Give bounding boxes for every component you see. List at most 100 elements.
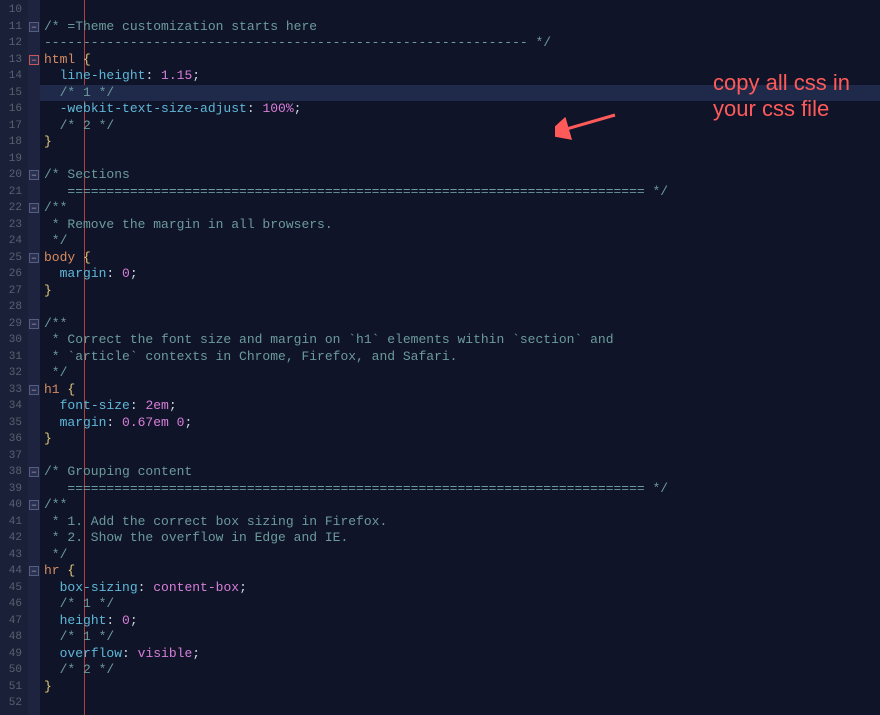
line-number: 29 (0, 316, 28, 333)
code-token: } (44, 679, 52, 694)
line-number: 21 (0, 184, 28, 201)
line-number: 30 (0, 332, 28, 349)
code-line[interactable]: } (44, 431, 880, 448)
code-line[interactable]: margin: 0; (44, 266, 880, 283)
code-token: html (44, 52, 75, 67)
code-line[interactable]: /** (44, 316, 880, 333)
code-editor[interactable]: 1011121314151617181920212223242526272829… (0, 0, 880, 715)
code-token: ; (169, 398, 177, 413)
code-token: */ (44, 233, 67, 248)
code-token: : (138, 580, 154, 595)
code-token: 2em (145, 398, 168, 413)
code-token (44, 266, 60, 281)
code-area[interactable]: /* =Theme customization starts here-----… (40, 0, 880, 715)
code-line[interactable]: height: 0; (44, 613, 880, 630)
code-line[interactable]: ========================================… (44, 184, 880, 201)
code-line[interactable]: /** (44, 200, 880, 217)
code-token: line-height (60, 68, 146, 83)
line-number: 25 (0, 250, 28, 267)
code-line[interactable]: * Correct the font size and margin on `h… (44, 332, 880, 349)
code-line[interactable]: /* Sections (44, 167, 880, 184)
code-line[interactable]: */ (44, 365, 880, 382)
code-line[interactable]: font-size: 2em; (44, 398, 880, 415)
code-line[interactable]: } (44, 679, 880, 696)
fold-toggle-icon[interactable]: − (29, 22, 39, 32)
code-token: ----------------------------------------… (44, 35, 551, 50)
fold-toggle-icon[interactable]: − (29, 55, 39, 65)
code-line[interactable]: */ (44, 233, 880, 250)
code-token: ; (239, 580, 247, 595)
code-line[interactable]: /* Grouping content (44, 464, 880, 481)
code-token: height (60, 613, 107, 628)
code-token: box-sizing (60, 580, 138, 595)
line-number: 41 (0, 514, 28, 531)
code-token: * Correct the font size and margin on `h… (44, 332, 614, 347)
code-line[interactable]: */ (44, 547, 880, 564)
code-token (44, 398, 60, 413)
code-line[interactable]: h1 { (44, 382, 880, 399)
code-token: : (145, 68, 161, 83)
line-number: 42 (0, 530, 28, 547)
code-line[interactable] (44, 299, 880, 316)
code-token: } (44, 134, 52, 149)
code-token: /* Sections (44, 167, 130, 182)
fold-toggle-icon[interactable]: − (29, 203, 39, 213)
fold-toggle-icon[interactable]: − (29, 500, 39, 510)
fold-column[interactable]: − − − − − − − − − − (28, 0, 40, 715)
line-number: 40 (0, 497, 28, 514)
code-line[interactable]: /* 1 */ (44, 85, 880, 102)
code-token: */ (44, 365, 67, 380)
code-line[interactable]: * 2. Show the overflow in Edge and IE. (44, 530, 880, 547)
line-number: 38 (0, 464, 28, 481)
fold-toggle-icon[interactable]: − (29, 253, 39, 263)
code-line[interactable]: box-sizing: content-box; (44, 580, 880, 597)
line-number: 52 (0, 695, 28, 712)
code-line[interactable] (44, 151, 880, 168)
code-token: font-size (60, 398, 130, 413)
line-number: 46 (0, 596, 28, 613)
code-line[interactable]: /* =Theme customization starts here (44, 19, 880, 36)
line-number: 19 (0, 151, 28, 168)
code-token: * 1. Add the correct box sizing in Firef… (44, 514, 387, 529)
fold-toggle-icon[interactable]: − (29, 319, 39, 329)
code-token: ========================================… (44, 481, 668, 496)
code-line[interactable]: } (44, 134, 880, 151)
code-line[interactable]: -webkit-text-size-adjust: 100%; (44, 101, 880, 118)
code-token: } (44, 431, 52, 446)
code-line[interactable]: /* 2 */ (44, 662, 880, 679)
line-number: 22 (0, 200, 28, 217)
fold-toggle-icon[interactable]: − (29, 566, 39, 576)
code-token: /** (44, 200, 67, 215)
code-token: 0 (122, 613, 130, 628)
line-number: 11 (0, 19, 28, 36)
code-line[interactable]: ----------------------------------------… (44, 35, 880, 52)
fold-toggle-icon[interactable]: − (29, 385, 39, 395)
code-line[interactable]: /* 1 */ (44, 629, 880, 646)
code-line[interactable]: * 1. Add the correct box sizing in Firef… (44, 514, 880, 531)
code-line[interactable]: /** (44, 497, 880, 514)
code-line[interactable]: line-height: 1.15; (44, 68, 880, 85)
code-token: ; (192, 646, 200, 661)
code-line[interactable]: ========================================… (44, 481, 880, 498)
code-token: ; (184, 415, 192, 430)
code-token: ; (130, 266, 138, 281)
line-number: 23 (0, 217, 28, 234)
code-line[interactable]: margin: 0.67em 0; (44, 415, 880, 432)
code-line[interactable] (44, 695, 880, 712)
code-token: /** (44, 316, 67, 331)
code-line[interactable]: html { (44, 52, 880, 69)
line-number: 44 (0, 563, 28, 580)
code-line[interactable]: * `article` contexts in Chrome, Firefox,… (44, 349, 880, 366)
code-line[interactable]: } (44, 283, 880, 300)
code-line[interactable]: /* 1 */ (44, 596, 880, 613)
code-line[interactable]: * Remove the margin in all browsers. (44, 217, 880, 234)
line-number: 49 (0, 646, 28, 663)
code-line[interactable] (44, 2, 880, 19)
code-line[interactable]: body { (44, 250, 880, 267)
fold-toggle-icon[interactable]: − (29, 467, 39, 477)
code-line[interactable]: hr { (44, 563, 880, 580)
code-line[interactable]: overflow: visible; (44, 646, 880, 663)
fold-toggle-icon[interactable]: − (29, 170, 39, 180)
code-line[interactable] (44, 448, 880, 465)
code-line[interactable]: /* 2 */ (44, 118, 880, 135)
